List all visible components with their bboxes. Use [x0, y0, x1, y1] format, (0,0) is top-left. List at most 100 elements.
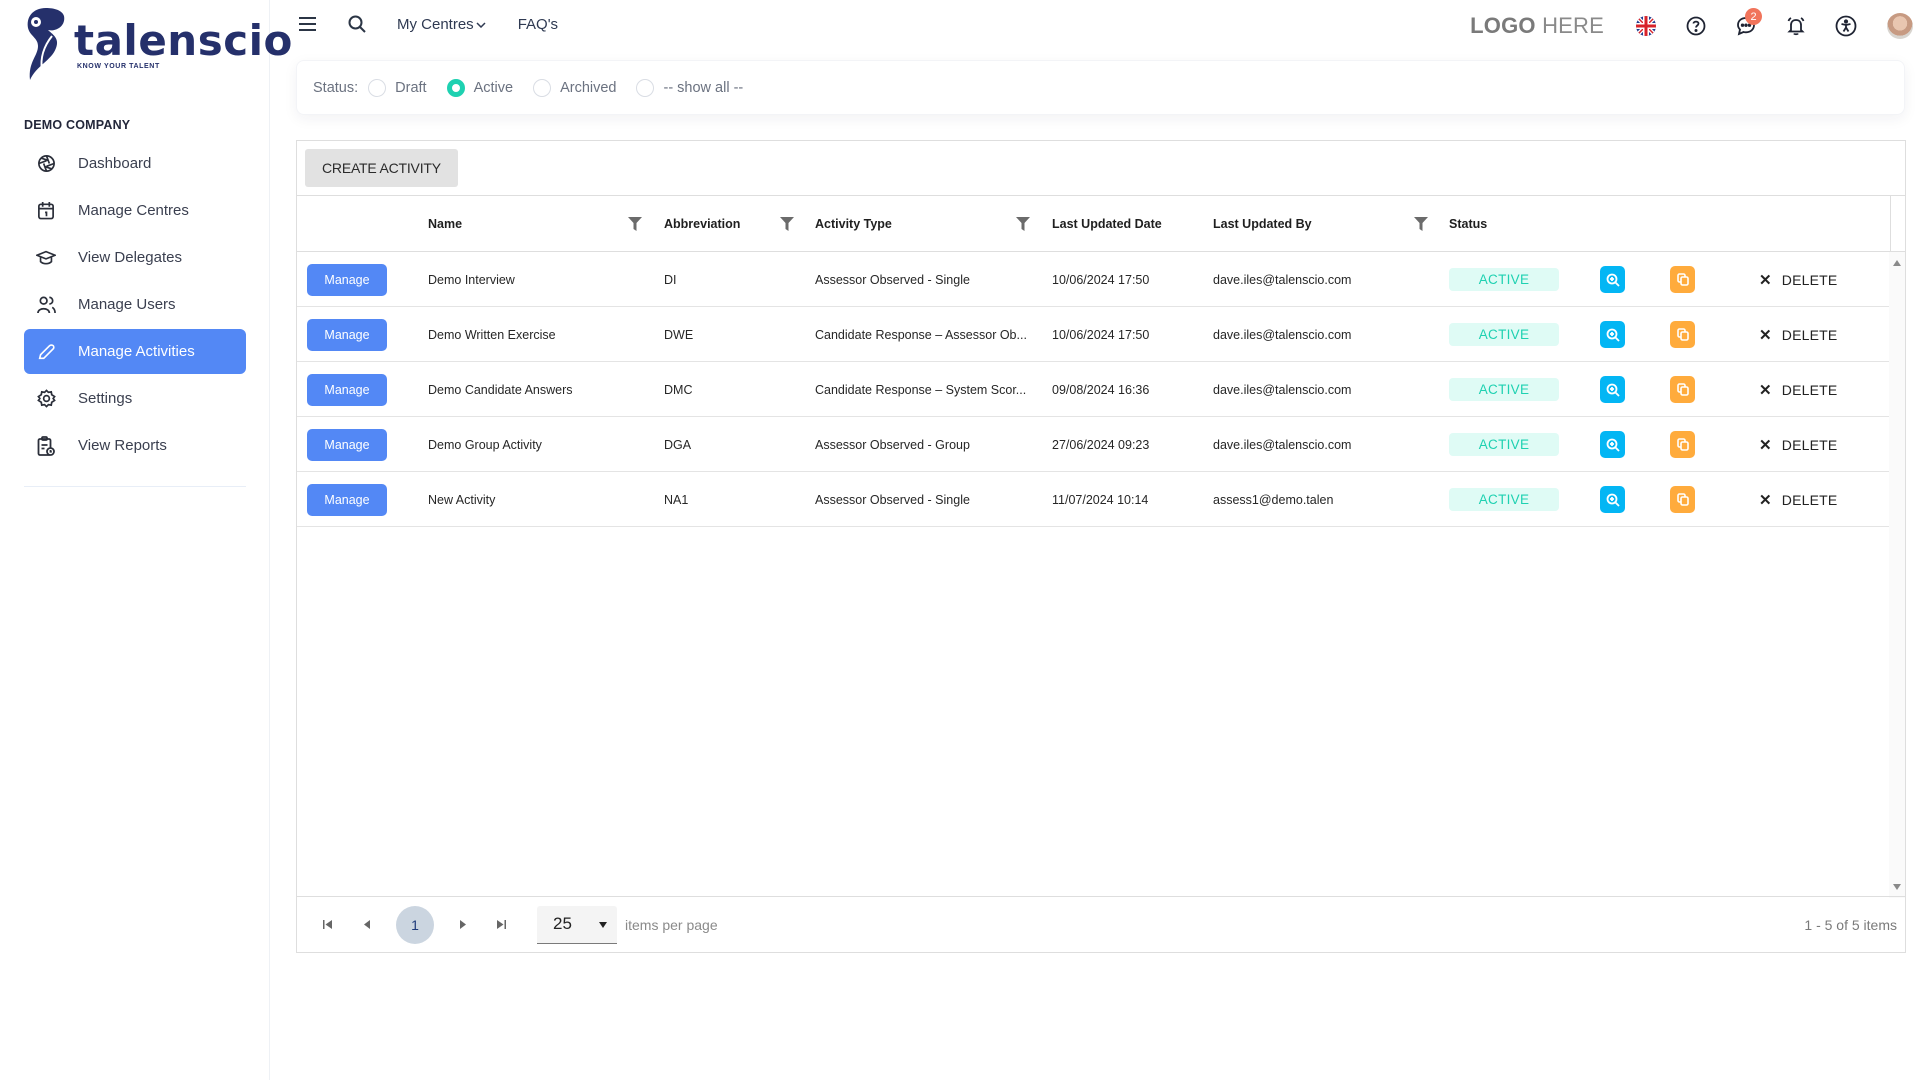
delete-button[interactable]: ✕ DELETE — [1759, 271, 1837, 289]
delete-label: DELETE — [1781, 381, 1838, 398]
sidebar-item-label: Dashboard — [78, 155, 152, 172]
scroll-up-arrow-icon[interactable] — [1893, 260, 1901, 266]
first-page-icon[interactable] — [317, 915, 337, 935]
column-header-last-updated-date[interactable]: Last Updated Date — [1052, 196, 1162, 252]
messages-button[interactable]: 2 — [1732, 8, 1762, 40]
manage-button[interactable]: Manage — [307, 318, 387, 351]
column-header-activity-type[interactable]: Activity Type — [815, 196, 892, 252]
page-size-select[interactable]: 25 — [537, 905, 617, 944]
logo-placeholder-bold: LOGO — [1470, 13, 1536, 38]
filter-icon[interactable] — [628, 216, 642, 232]
column-header-abbreviation[interactable]: Abbreviation — [664, 196, 740, 252]
grid-header: Name Abbreviation Activity Type Last Upd… — [297, 196, 1905, 252]
radio-circle — [368, 78, 387, 97]
next-page-icon[interactable] — [453, 915, 473, 935]
view-button[interactable] — [1600, 266, 1625, 293]
copy-icon — [1676, 493, 1689, 506]
status-radio-active[interactable]: Active — [446, 78, 514, 97]
create-activity-button[interactable]: CREATE ACTIVITY — [305, 149, 458, 187]
cell-activity-type: Assessor Observed - Group — [815, 437, 970, 452]
cell-last-updated-by: dave.iles@talenscio.com — [1213, 437, 1352, 452]
logo-placeholder: LOGO HERE — [1470, 13, 1604, 39]
view-button[interactable] — [1600, 321, 1625, 348]
status-badge: ACTIVE — [1449, 433, 1559, 456]
brand-logo[interactable]: talenscio KNOW YOUR TALENT — [22, 6, 293, 82]
copy-button[interactable] — [1670, 486, 1695, 513]
sidebar-item-dashboard[interactable]: Dashboard — [24, 141, 246, 186]
manage-button[interactable]: Manage — [307, 373, 387, 406]
status-radio-archived[interactable]: Archived — [533, 78, 616, 97]
page-number-current[interactable]: 1 — [396, 905, 434, 944]
hamburger-menu-icon[interactable] — [297, 14, 317, 34]
cell-activity-type: Assessor Observed - Single — [815, 272, 970, 287]
view-button[interactable] — [1600, 376, 1625, 403]
manage-button[interactable]: Manage — [307, 263, 387, 296]
radio-circle — [446, 78, 465, 97]
sidebar-item-manage-activities[interactable]: Manage Activities — [24, 329, 246, 374]
close-x-icon: ✕ — [1759, 271, 1772, 289]
column-header-last-updated-by[interactable]: Last Updated By — [1213, 196, 1312, 252]
accessibility-icon[interactable] — [1832, 12, 1860, 40]
copy-button[interactable] — [1670, 266, 1695, 293]
delete-button[interactable]: ✕ DELETE — [1759, 326, 1837, 344]
sidebar-item-view-reports[interactable]: View Reports — [24, 423, 246, 468]
sidebar-item-view-delegates[interactable]: View Delegates — [24, 235, 246, 280]
copy-button[interactable] — [1670, 321, 1695, 348]
status-radio-show-all[interactable]: -- show all -- — [636, 78, 743, 97]
sidebar-item-manage-users[interactable]: Manage Users — [24, 282, 246, 327]
my-centres-dropdown[interactable]: My Centres — [397, 16, 486, 33]
table-row: Manage Demo Group Activity DGA Assessor … — [297, 417, 1890, 472]
cell-last-updated-by: dave.iles@talenscio.com — [1213, 272, 1352, 287]
radio-label: Draft — [395, 79, 427, 96]
manage-button[interactable]: Manage — [307, 483, 387, 516]
delete-label: DELETE — [1781, 326, 1838, 343]
view-button[interactable] — [1600, 486, 1625, 513]
copy-button[interactable] — [1670, 431, 1695, 458]
delete-button[interactable]: ✕ DELETE — [1759, 436, 1837, 454]
scroll-down-arrow-icon[interactable] — [1893, 884, 1901, 890]
grid-toolbar: CREATE ACTIVITY — [297, 141, 1905, 196]
cell-last-updated-date: 09/08/2024 16:36 — [1052, 382, 1150, 397]
graduation-cap-icon — [36, 248, 56, 268]
copy-button[interactable] — [1670, 376, 1695, 403]
delete-button[interactable]: ✕ DELETE — [1759, 381, 1837, 399]
sidebar-item-manage-centres[interactable]: Manage Centres — [24, 188, 246, 233]
status-filter: Status: Draft Active Archived -- show al… — [296, 60, 1905, 115]
cell-activity-type: Candidate Response – System Scor... — [815, 382, 1027, 397]
previous-page-icon[interactable] — [357, 915, 377, 935]
notifications-bell-icon[interactable] — [1782, 12, 1810, 40]
language-uk-flag-icon[interactable] — [1632, 12, 1660, 40]
status-badge: ACTIVE — [1449, 268, 1559, 291]
faqs-link[interactable]: FAQ's — [518, 16, 558, 33]
view-button[interactable] — [1600, 431, 1625, 458]
help-icon[interactable] — [1682, 12, 1710, 40]
delete-button[interactable]: ✕ DELETE — [1759, 491, 1837, 509]
cell-name: New Activity — [428, 492, 496, 507]
cell-abbreviation: DGA — [664, 437, 692, 452]
zoom-in-icon — [1606, 438, 1620, 452]
vertical-scrollbar[interactable] — [1889, 252, 1905, 898]
filter-icon[interactable] — [780, 216, 794, 232]
radio-circle — [636, 78, 655, 97]
filter-icon[interactable] — [1414, 216, 1428, 232]
column-header-name[interactable]: Name — [428, 196, 462, 252]
manage-button[interactable]: Manage — [307, 428, 387, 461]
logo-placeholder-light: HERE — [1542, 13, 1604, 38]
cell-last-updated-date: 27/06/2024 09:23 — [1052, 437, 1150, 452]
user-avatar[interactable] — [1886, 12, 1914, 40]
cell-name: Demo Written Exercise — [428, 327, 556, 342]
page-size-label: items per page — [625, 916, 718, 933]
radio-label: Active — [473, 79, 514, 96]
sidebar-item-settings[interactable]: Settings — [24, 376, 246, 421]
zoom-in-icon — [1606, 328, 1620, 342]
sidebar-item-label: Manage Users — [78, 296, 176, 313]
status-radio-draft[interactable]: Draft — [368, 78, 427, 97]
column-header-status[interactable]: Status — [1449, 196, 1487, 252]
search-icon[interactable] — [347, 14, 367, 34]
copy-icon — [1676, 438, 1689, 451]
cell-last-updated-date: 10/06/2024 17:50 — [1052, 327, 1150, 342]
table-row: Manage Demo Written Exercise DWE Candida… — [297, 307, 1890, 362]
filter-icon[interactable] — [1016, 216, 1030, 232]
last-page-icon[interactable] — [491, 915, 511, 935]
sidebar-divider — [24, 486, 246, 487]
